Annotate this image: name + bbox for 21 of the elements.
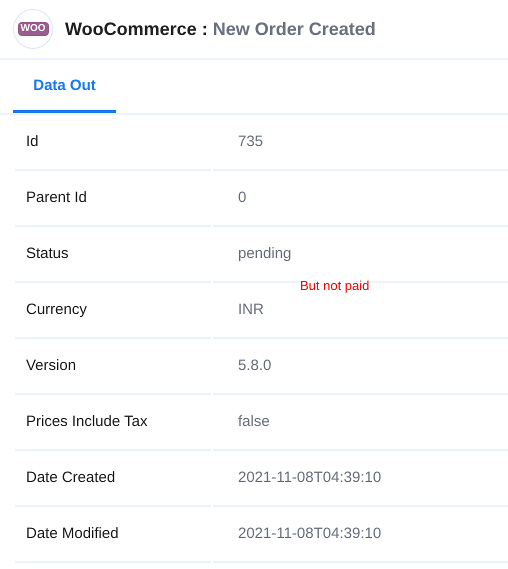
field-label: Status	[26, 244, 69, 264]
field-label: Version	[26, 356, 76, 376]
field-label: Parent Id	[26, 188, 87, 208]
field-value: 0	[238, 188, 246, 208]
field-label: Id	[26, 132, 39, 152]
app-name: WooCommerce :	[65, 18, 208, 40]
field-label: Date Created	[26, 468, 116, 488]
field-value: 2021-11-08T04:39:10	[238, 468, 382, 488]
field-label: Date Modified	[26, 524, 119, 544]
field-label: Currency	[26, 300, 87, 320]
field-value: INR	[238, 300, 264, 320]
field-value: pending	[238, 244, 292, 264]
field-value: 2021-11-08T04:39:10	[238, 524, 382, 544]
app-logo: WOO	[13, 9, 53, 49]
field-value: 5.8.0	[238, 356, 272, 376]
field-value: 735	[238, 132, 264, 152]
field-value: false	[238, 412, 270, 432]
trigger-name: New Order Created	[212, 18, 376, 40]
tab[interactable]: Data Out	[13, 60, 116, 113]
field-label: Prices Include Tax	[26, 412, 148, 432]
annotation-text: But not paid	[300, 278, 370, 294]
